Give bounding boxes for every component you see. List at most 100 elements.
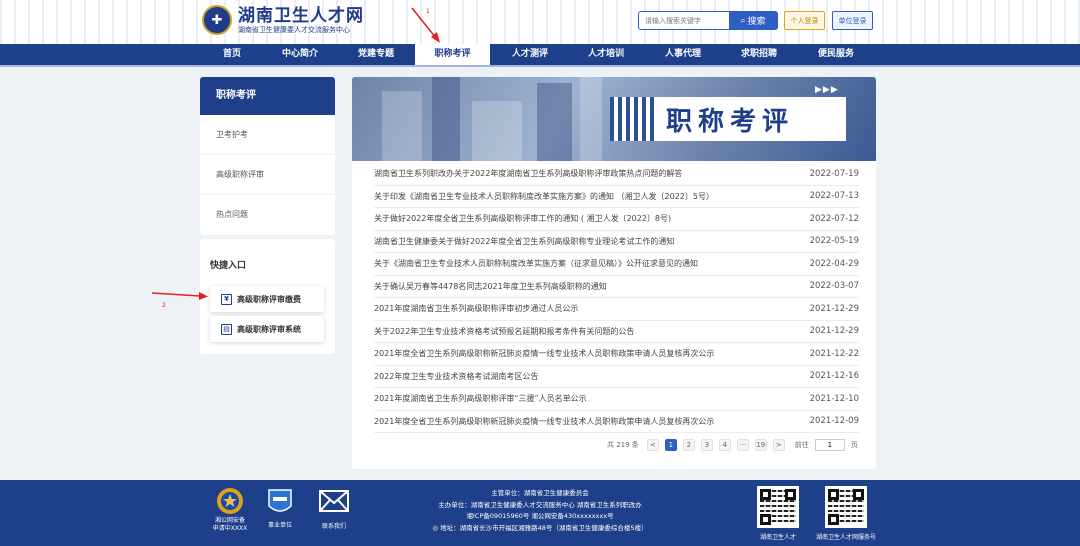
page-unit: 页 (850, 441, 858, 449)
logo-title: 湖南卫生人才网 (238, 5, 364, 26)
footer-contact-label: 联系我们 (321, 523, 346, 530)
senior-review-payment-button[interactable]: ¥ 高级职称评审缴费 (210, 286, 324, 312)
yen-icon: ¥ (221, 293, 232, 305)
banner-stripe-decoration (610, 97, 656, 141)
mail-icon (319, 490, 349, 512)
news-title[interactable]: 关于印发《湖南省卫生专业技术人员职称制度改革实施方案》的通知 （湘卫人发〔202… (374, 191, 784, 202)
news-date: 2022-05-19 (809, 236, 859, 247)
nav-item-party[interactable]: 党建专题 (348, 44, 404, 65)
footer-contact-link[interactable]: 联系我们 (316, 490, 352, 530)
sidebar-title: 职称考评 (200, 77, 335, 115)
nav-item-services[interactable]: 便民服务 (808, 44, 864, 65)
news-title[interactable]: 湖南省卫生系列职改办关于2022年度湖南省卫生系列高级职称评审政策热点问题的解答 (374, 168, 784, 179)
monitor-icon: ▤ (221, 323, 232, 335)
page-ellipsis[interactable]: ··· (736, 439, 749, 451)
news-title[interactable]: 2021年度全省卫生系列高级职称新冠肺炎疫情一线专业技术人员职称政策申请人员复核… (374, 348, 784, 359)
page-prev-button[interactable]: < (646, 439, 659, 451)
news-row[interactable]: 湖南省卫生健康委关于做好2022年度全省卫生系列高级职称专业理论考试工作的通知 2… (374, 231, 859, 253)
police-badge-icon (217, 488, 243, 514)
search-icon: ⌕ (740, 15, 746, 26)
senior-review-system-label: 高级职称评审系统 (237, 324, 301, 334)
news-row[interactable]: 关于做好2022年度全省卫生系列高级职称评审工作的通知 ( 湘卫人发〔2022〕… (374, 208, 859, 231)
section-banner: 职称考评 ▶▶▶ (352, 77, 876, 161)
nav-item-talent-training[interactable]: 人才培训 (578, 44, 634, 65)
page-button[interactable]: 19 (754, 439, 767, 451)
annotation-arrow-2 (151, 292, 208, 300)
logo-emblem-icon: ✚ (202, 5, 232, 35)
search-button[interactable]: ⌕ 搜索 (729, 12, 777, 29)
page-button[interactable]: 2 (682, 439, 695, 451)
news-title[interactable]: 关于做好2022年度全省卫生系列高级职称评审工作的通知 ( 湘卫人发〔2022〕… (374, 213, 784, 224)
nav-item-about[interactable]: 中心简介 (272, 44, 328, 65)
news-title[interactable]: 关于2022年卫生专业技术资格考试预报名延期和报考条件有关问题的公告 (374, 326, 784, 337)
page-button[interactable]: 4 (718, 439, 731, 451)
banner-title-plate: 职称考评 (610, 97, 846, 141)
site-logo[interactable]: ✚ 湖南卫生人才网 湖南省卫生健康委人才交流服务中心 (202, 5, 364, 35)
search-input[interactable] (639, 12, 729, 29)
news-row[interactable]: 湖南省卫生系列职改办关于2022年度湖南省卫生系列高级职称评审政策热点问题的解答… (374, 163, 859, 186)
nav-item-jobs[interactable]: 求职招聘 (731, 44, 787, 65)
personal-login-button[interactable]: 个人登录 (784, 11, 825, 30)
nav-underline (0, 65, 1080, 67)
senior-review-system-button[interactable]: ▤ 高级职称评审系统 (210, 316, 324, 342)
banner-arrows-icon: ▶▶▶ (815, 85, 839, 95)
page-button[interactable]: 1 (664, 439, 677, 451)
news-date: 2022-07-12 (809, 213, 859, 224)
quick-entry-title: 快捷入口 (210, 261, 247, 271)
institution-icon (268, 489, 292, 512)
footer-icp: 湘ICP备09015960号 湘公网安备430xxxxxxxx号 (466, 512, 614, 520)
qr-label: 湖南卫生人才网服务号 (815, 534, 876, 541)
senior-review-payment-label: 高级职称评审缴费 (237, 294, 301, 304)
news-row[interactable]: 2021年度全省卫生系列高级职称新冠肺炎疫情一线专业技术人员职称政策申请人员复核… (374, 411, 859, 433)
news-title[interactable]: 湖南省卫生健康委关于做好2022年度全省卫生系列高级职称专业理论考试工作的通知 (374, 236, 784, 247)
goto-page-input[interactable] (814, 439, 845, 451)
footer-address: ◎ 地址：湖南省长沙市开福区湘雅路48号（湖南省卫生健康委综合楼5楼） (432, 523, 648, 532)
news-title[interactable]: 关于确认吴万春等4478名同志2021年度卫生系列高级职称的通知 (374, 281, 784, 292)
news-row[interactable]: 2022年度卫生专业技术资格考试湖南考区公告 2021-12-16 (374, 366, 859, 388)
annotation-label-1: 1 (426, 8, 430, 15)
goto-label: 前往 (794, 441, 809, 449)
news-title[interactable]: 2021年度全省卫生系列高级职称新冠肺炎疫情一线专业技术人员职称政策申请人员复核… (374, 416, 784, 427)
qr-code-icon (825, 486, 867, 528)
footer-supervisor: 主管单位：湖南省卫生健康委员会 (491, 489, 589, 497)
left-sidebar: 职称考评 卫考护考 高级职称评审 热点问题 (200, 77, 335, 235)
footer-institution-link[interactable]: 事业单位 (262, 488, 298, 529)
news-row[interactable]: 关于印发《湖南省卫生专业技术人员职称制度改革实施方案》的通知 （湘卫人发〔202… (374, 186, 859, 208)
news-row[interactable]: 2021年度全省卫生系列高级职称新冠肺炎疫情一线专业技术人员职称政策申请人员复核… (374, 343, 859, 366)
news-date: 2021-12-10 (809, 393, 859, 404)
news-row[interactable]: 关于确认吴万春等4478名同志2021年度卫生系列高级职称的通知 2022-03-… (374, 276, 859, 298)
page-button[interactable]: 3 (700, 439, 713, 451)
news-row[interactable]: 关于《湖南省卫生专业技术人员职称制度改革实施方案（征求意见稿）》公开征求意见的通… (374, 253, 859, 276)
news-date: 2022-07-13 (809, 191, 859, 202)
news-row[interactable]: 2021年度湖南省卫生系列高级职称评审初步通过人员公示 2021-12-29 (374, 298, 859, 321)
news-title[interactable]: 2021年度湖南省卫生系列高级职称评审“三援”人员名单公示 (374, 393, 784, 404)
nav-item-talent-assessment[interactable]: 人才测评 (502, 44, 558, 65)
nav-item-home[interactable]: 首页 (204, 44, 260, 65)
news-date: 2021-12-09 (809, 416, 859, 427)
news-title[interactable]: 2021年度湖南省卫生系列高级职称评审初步通过人员公示 (374, 303, 784, 314)
sidebar-item-hot-issues[interactable]: 热点问题 (200, 195, 335, 235)
main-content: 职称考评 ▶▶▶ 湖南省卫生系列职改办关于2022年度湖南省卫生系列高级职称评审… (352, 77, 876, 469)
qr-label: 湖南卫生人才 (759, 534, 796, 541)
news-title[interactable]: 关于《湖南省卫生专业技术人员职称制度改革实施方案（征求意见稿）》公开征求意见的通… (374, 258, 784, 269)
annotation-label-2: 2 (162, 302, 166, 309)
news-row[interactable]: 关于2022年卫生专业技术资格考试预报名延期和报考条件有关问题的公告 2021-1… (374, 321, 859, 343)
nav-item-personnel-agency[interactable]: 人事代理 (655, 44, 711, 65)
pagination: 共 219 条 < 1 2 3 4 ··· 19 > 前往 页 (607, 439, 858, 451)
main-nav: 首页 中心简介 党建专题 职称考评 人才测评 人才培训 人事代理 求职招聘 便民… (0, 44, 1080, 65)
news-title[interactable]: 2022年度卫生专业技术资格考试湖南考区公告 (374, 371, 784, 382)
footer-institution-label: 事业单位 (267, 522, 292, 529)
news-date: 2022-07-19 (809, 168, 859, 179)
unit-login-button[interactable]: 单位登录 (832, 11, 873, 30)
annotation-arrow-1 (411, 7, 440, 43)
footer-qr-service: 湖南卫生人才网服务号 (814, 486, 878, 541)
news-date: 2021-12-22 (809, 348, 859, 359)
footer-police-label: 湘公网安备 申请中XXXX (212, 517, 248, 532)
footer-info: 主管单位：湖南省卫生健康委员会 主办单位：湖南省卫生健康委人才交流服务中心 湖南… (400, 488, 680, 534)
footer-police-link[interactable]: 湘公网安备 申请中XXXX (208, 486, 252, 533)
sidebar-item-health-exam[interactable]: 卫考护考 (200, 115, 335, 155)
news-row[interactable]: 2021年度湖南省卫生系列高级职称评审“三援”人员名单公示 2021-12-10 (374, 388, 859, 411)
sidebar-item-senior-review[interactable]: 高级职称评审 (200, 155, 335, 195)
site-footer: 湘公网安备 申请中XXXX 事业单位 联系我们 主管单位：湖南省卫生健康委员会 … (0, 480, 1080, 546)
page-next-button[interactable]: > (772, 439, 785, 451)
